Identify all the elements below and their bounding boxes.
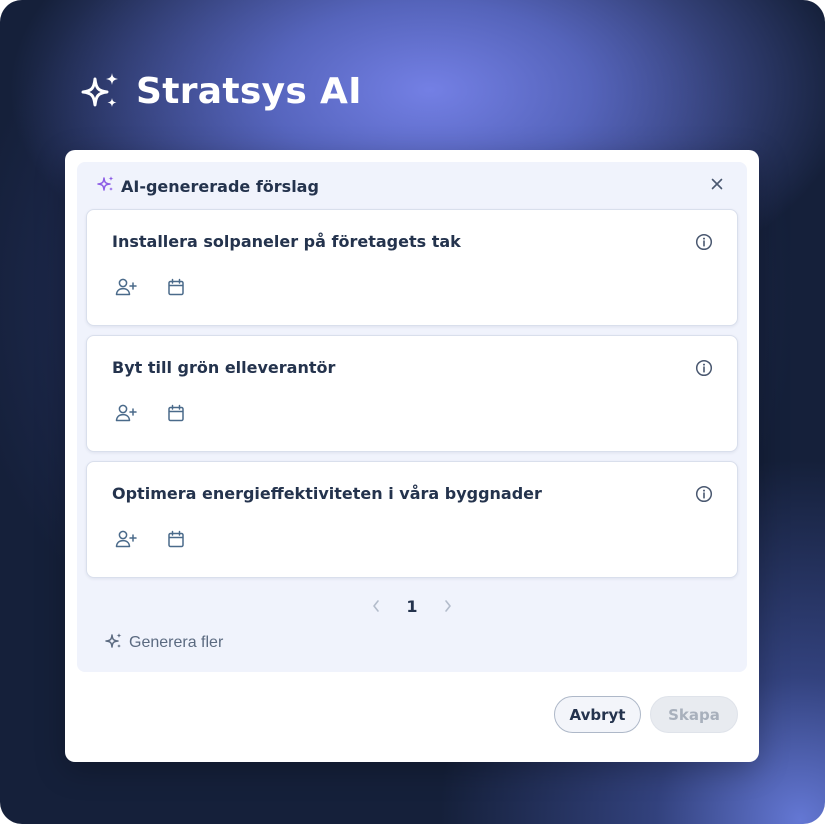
card-actions	[115, 402, 187, 424]
add-user-icon[interactable]	[115, 528, 137, 550]
sparkles-icon	[105, 632, 123, 655]
panel-title: AI-genererade förslag	[121, 176, 319, 196]
cancel-button[interactable]: Avbryt	[554, 696, 641, 733]
info-icon[interactable]	[695, 233, 713, 251]
panel-header: AI-genererade förslag	[97, 175, 727, 198]
suggestion-card[interactable]: Byt till grön elleverantör	[86, 335, 738, 452]
card-actions	[115, 276, 187, 298]
suggestion-card[interactable]: Optimera energieffektiviteten i våra byg…	[86, 461, 738, 578]
suggestion-card[interactable]: Installera solpaneler på företagets tak	[86, 209, 738, 326]
ai-suggestions-dialog: AI-genererade förslag Installera solpane…	[65, 150, 759, 762]
pagination: 1	[77, 596, 747, 616]
suggestion-title: Installera solpaneler på företagets tak	[112, 232, 461, 251]
calendar-icon[interactable]	[165, 402, 187, 424]
card-actions	[115, 528, 187, 550]
page-number[interactable]: 1	[406, 597, 417, 616]
close-button[interactable]	[707, 176, 727, 196]
calendar-icon[interactable]	[165, 276, 187, 298]
hero-background: Stratsys AI AI-genererade förslag Instal…	[0, 0, 825, 824]
create-button[interactable]: Skapa	[650, 696, 738, 733]
suggestion-title: Byt till grön elleverantör	[112, 358, 336, 377]
chevron-right-icon[interactable]	[440, 598, 456, 614]
add-user-icon[interactable]	[115, 402, 137, 424]
sparkles-icon	[97, 175, 115, 198]
sparkles-icon	[80, 70, 122, 112]
generate-more-label: Generera fler	[129, 634, 224, 651]
info-icon[interactable]	[695, 359, 713, 377]
suggestion-title: Optimera energieffektiviteten i våra byg…	[112, 484, 542, 503]
generate-more-button[interactable]: Generera fler	[105, 632, 223, 654]
calendar-icon[interactable]	[165, 528, 187, 550]
panel-title-wrap: AI-genererade förslag	[97, 175, 319, 198]
add-user-icon[interactable]	[115, 276, 137, 298]
close-icon	[711, 177, 723, 195]
brand: Stratsys AI	[80, 68, 362, 114]
info-icon[interactable]	[695, 485, 713, 503]
brand-title: Stratsys AI	[136, 70, 362, 112]
suggestions-panel: AI-genererade förslag Installera solpane…	[77, 162, 747, 672]
chevron-left-icon[interactable]	[368, 598, 384, 614]
